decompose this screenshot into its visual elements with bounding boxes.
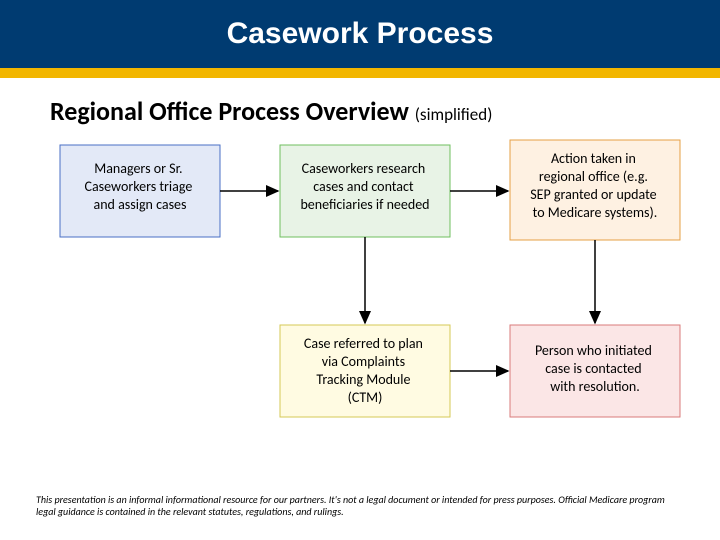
subhead-main: Regional Office Process Overview — [50, 95, 409, 127]
box-resolution-text: Person who initiated case is contacted w… — [535, 342, 655, 395]
flow-diagram: Managers or Sr. Caseworkers triage and a… — [0, 135, 720, 475]
title-banner: Casework Process — [0, 0, 720, 68]
page-title: Casework Process — [227, 17, 494, 51]
disclaimer-text: This presentation is an informal informa… — [36, 494, 684, 518]
accent-bar — [0, 68, 720, 78]
subhead-qualifier: (simplified) — [415, 104, 493, 125]
box-research-text: Caseworkers research cases and contact b… — [300, 160, 429, 213]
sub-heading: Regional Office Process Overview (simpli… — [50, 95, 492, 127]
box-triage-text: Managers or Sr. Caseworkers triage and a… — [85, 160, 196, 213]
